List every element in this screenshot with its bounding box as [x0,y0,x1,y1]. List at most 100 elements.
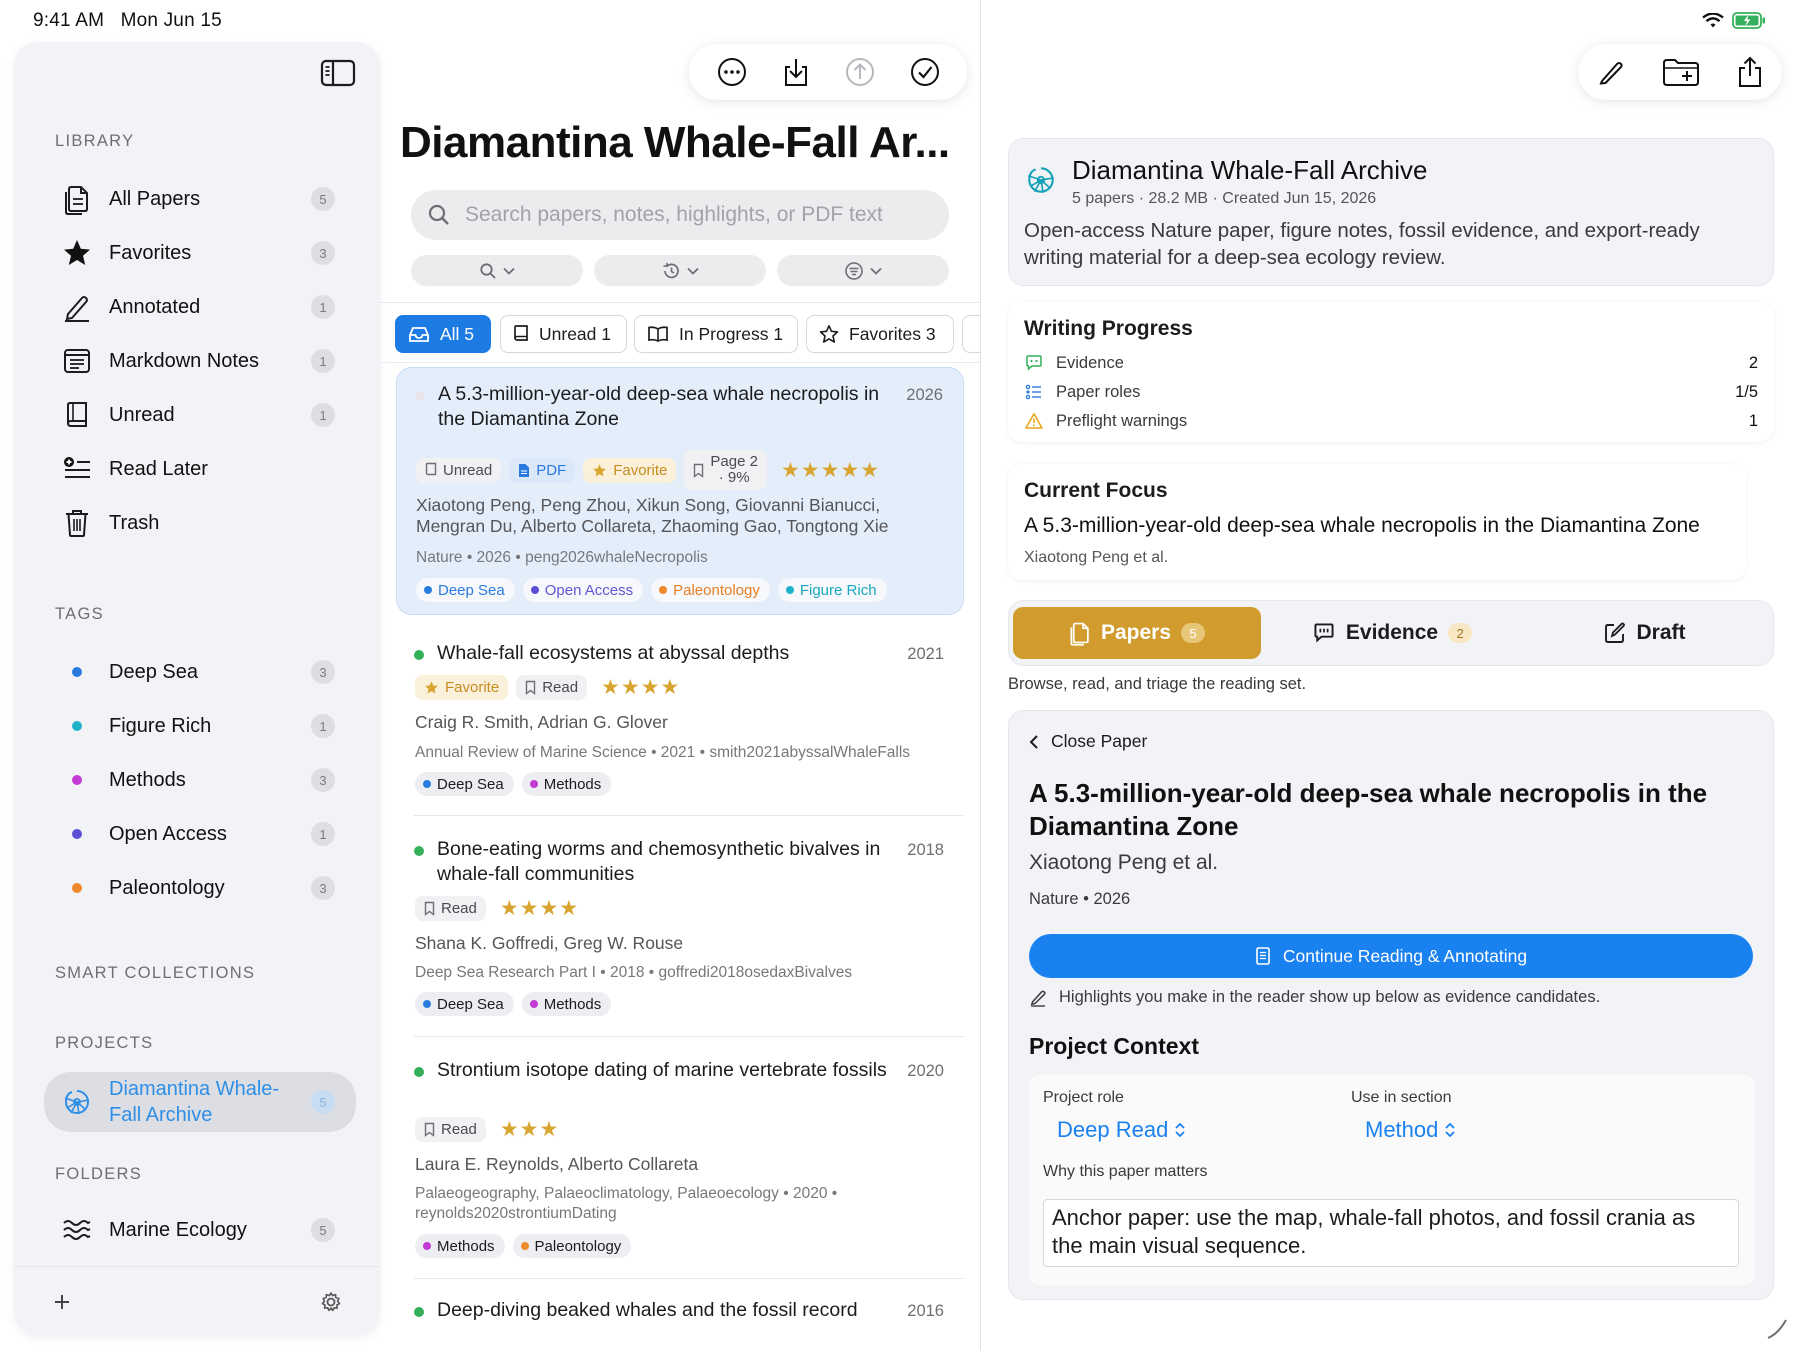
sidebar-item-favorites[interactable]: Favorites 3 [44,226,356,280]
sidebar-item-all-papers[interactable]: All Papers 5 [44,172,356,226]
count-badge: 1 [311,295,335,319]
tag-chip[interactable]: Methods [415,1234,505,1258]
tag-chip[interactable]: Methods [521,992,612,1016]
gear-icon[interactable] [320,1291,342,1313]
tag-chip-label: Open Access [544,581,634,599]
paper-row-selected[interactable]: A 5.3-million-year-old deep-sea whale ne… [396,367,964,615]
status-dot [415,391,425,401]
search-scope-dropdown[interactable] [411,255,583,286]
paper-meta: Annual Review of Marine Science • 2021 •… [415,744,911,761]
segment-all[interactable]: All 5 [395,315,491,353]
segment-overflow[interactable] [962,315,980,353]
segment-unread[interactable]: Unread 1 [500,315,627,353]
tag-chip-label: Figure Rich [799,581,877,599]
upload-icon[interactable] [844,56,876,88]
paper-title: Strontium isotope dating of marine verte… [437,1059,887,1081]
filter-dropdown[interactable] [777,255,949,286]
sidebar-tag-open-access[interactable]: Open Access 1 [44,807,356,861]
smart-collections-title[interactable]: SMART COLLECTIONS [55,964,255,983]
paper-year: 2016 [907,1302,944,1320]
tag-chip[interactable]: Figure Rich [777,578,887,602]
tag-chip[interactable]: Deep Sea [416,578,515,602]
continue-reading-button[interactable]: Continue Reading & Annotating [1029,934,1753,978]
more-options-icon[interactable] [716,56,748,88]
favorite-chip: Favorite [583,457,677,483]
sidebar-item-read-later[interactable]: Read Later [44,442,356,496]
rating-stars[interactable]: ★★★ [500,1117,559,1142]
rating-stars[interactable]: ★★★★ [500,896,579,921]
progress-label: Evidence [1056,353,1124,372]
paper-row[interactable]: Strontium isotope dating of marine verte… [396,1047,964,1269]
sidebar-item-annotated[interactable]: Annotated 1 [44,280,356,334]
edit-pencil-icon[interactable] [1597,58,1625,86]
sort-history-dropdown[interactable] [594,255,766,286]
download-icon[interactable] [781,56,811,88]
page-title: Diamantina Whale-Fall Ar... [400,118,950,167]
checkmark-circle-icon[interactable] [909,56,941,88]
tab-papers[interactable]: Papers 5 [1013,607,1261,659]
sidebar-footer [14,1266,380,1336]
count-badge: 3 [311,876,335,900]
paper-authors: Craig R. Smith, Adrian G. Glover [415,712,668,732]
add-icon[interactable] [52,1292,72,1312]
project-role-picker[interactable]: Deep Read [1057,1117,1186,1143]
search-bar[interactable]: Search papers, notes, highlights, or PDF… [411,190,949,240]
paper-title: Deep-diving beaked whales and the fossil… [437,1299,858,1321]
bookmark-icon [693,463,704,478]
tag-chip-label: Deep Sea [437,995,504,1013]
bookmark-icon [424,901,435,916]
tag-label: Figure Rich [109,714,212,737]
tab-draft[interactable]: Draft [1521,607,1769,659]
sidebar-item-unread[interactable]: Unread 1 [44,388,356,442]
sidebar-tag-deep-sea[interactable]: Deep Sea 3 [44,645,356,699]
tag-chip[interactable]: Deep Sea [415,992,514,1016]
progress-row-preflight: Preflight warnings 1 [1024,411,1758,431]
paper-meta: Nature • 2026 • peng2026whaleNecropolis [416,549,708,566]
sidebar-tag-figure-rich[interactable]: Figure Rich 1 [44,699,356,753]
why-matters-textarea[interactable]: Anchor paper: use the map, whale-fall ph… [1043,1199,1739,1267]
tag-dot-icon [530,586,539,594]
paper-year: 2021 [907,645,944,663]
share-icon[interactable] [1737,56,1763,88]
tab-hint: Browse, read, and triage the reading set… [1008,675,1307,693]
paper-row[interactable]: Bone-eating worms and chemosynthetic biv… [396,826,964,1022]
tag-chip[interactable]: Methods [521,772,612,796]
sidebar-tag-methods[interactable]: Methods 3 [44,753,356,807]
rating-stars[interactable]: ★★★★ [601,675,680,700]
segment-in-progress[interactable]: In Progress 1 [634,315,798,353]
paper-row[interactable]: Whale-fall ecosystems at abyssal depths … [396,630,964,802]
progress-value: 1 [1748,411,1758,430]
evidence-bubble-icon [1312,622,1336,644]
segment-favorites[interactable]: Favorites 3 [806,315,954,353]
tag-chip[interactable]: Open Access [522,578,644,602]
paper-row[interactable]: Deep-diving beaked whales and the fossil… [396,1290,964,1330]
status-chip: Read [415,896,486,921]
current-focus-card[interactable]: Current Focus A 5.3-million-year-old dee… [1008,464,1746,580]
close-paper-button[interactable]: Close Paper [1029,731,1147,752]
sidebar-toggle-icon[interactable] [320,58,356,88]
tag-chip[interactable]: Deep Sea [415,772,514,796]
pdf-chip: PDF [509,457,576,483]
star-icon [424,680,439,695]
use-in-section-picker[interactable]: Method [1365,1117,1456,1143]
tag-chip[interactable]: Paleontology [512,1234,632,1258]
sidebar-folder-marine-ecology[interactable]: Marine Ecology 5 [44,1203,356,1257]
sidebar-item-markdown-notes[interactable]: Markdown Notes 1 [44,334,356,388]
sidebar-item-label: Unread [109,403,175,426]
progress-row-evidence: Evidence 2 [1024,353,1758,373]
sidebar-tag-paleontology[interactable]: Paleontology 3 [44,861,356,915]
tab-evidence[interactable]: Evidence 2 [1267,607,1517,659]
page-progress: Page 2 · 9% [710,454,758,486]
tag-chip-label: Methods [543,775,602,793]
reading-position-chip: Page 2 · 9% [684,450,767,490]
tag-chip[interactable]: Paleontology [651,578,770,602]
rating-stars[interactable]: ★★★★★ [781,458,880,483]
tag-chip-label: Methods [543,995,602,1013]
sidebar-project-diamantina[interactable]: Diamantina Whale- Fall Archive 5 [44,1072,356,1132]
add-folder-icon[interactable] [1662,57,1700,87]
tag-chip-label: Deep Sea [438,581,505,599]
tab-label: Evidence [1345,621,1439,644]
tag-chip-label: Paleontology [673,581,760,599]
sidebar-item-trash[interactable]: Trash [44,496,356,550]
count-badge: 3 [311,768,335,792]
